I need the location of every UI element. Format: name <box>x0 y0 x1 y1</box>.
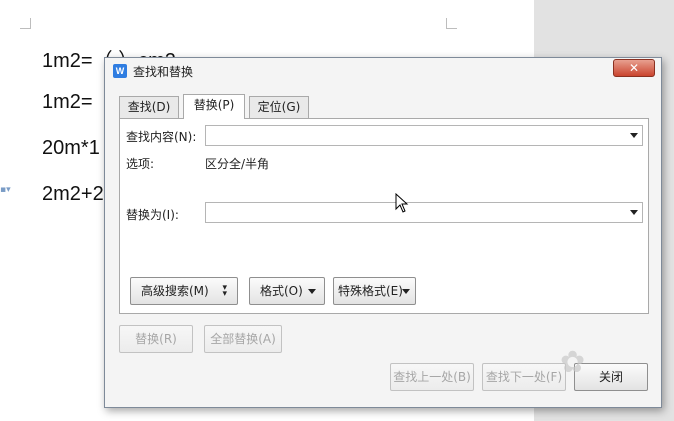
mouse-cursor-icon <box>395 193 409 213</box>
document-line-4: 2m2+2 <box>42 183 104 205</box>
tab-replace[interactable]: 替换(P) <box>183 94 245 119</box>
replace-with-label: 替换为(I): <box>126 208 179 222</box>
page-corner-mark-left <box>20 18 31 29</box>
chevron-down-icon[interactable] <box>630 133 638 138</box>
chevron-down-icon <box>308 289 316 294</box>
tab-find[interactable]: 查找(D) <box>119 96 179 118</box>
replace-button[interactable]: 替换(R) <box>119 325 193 353</box>
chevron-down-icon <box>402 289 410 294</box>
advanced-search-label: 高级搜索(M) <box>141 284 209 298</box>
document-line-2: 1m2= <box>42 91 93 113</box>
find-previous-button[interactable]: 查找上一处(B) <box>390 363 474 391</box>
dialog-titlebar[interactable]: W 查找和替换 ✕ <box>105 58 661 84</box>
special-format-button[interactable]: 特殊格式(E) <box>333 277 416 305</box>
chevron-down-icon[interactable] <box>630 210 638 215</box>
paragraph-marker-icon: ▪▾ <box>0 185 11 195</box>
advanced-search-button[interactable]: 高级搜索(M) ▾ ▾ <box>130 277 238 305</box>
close-icon[interactable]: ✕ <box>613 59 655 77</box>
find-what-input[interactable] <box>205 125 643 146</box>
find-next-button[interactable]: 查找下一处(F) <box>482 363 566 391</box>
dialog-title: 查找和替换 <box>133 65 194 79</box>
replace-with-input[interactable] <box>205 202 643 223</box>
replace-all-button[interactable]: 全部替换(A) <box>204 325 282 353</box>
format-label: 格式(O) <box>260 284 303 298</box>
special-format-label: 特殊格式(E) <box>338 284 403 298</box>
watermark-paw-icon: ✿ <box>560 345 586 380</box>
wps-app-icon: W <box>113 64 127 78</box>
tab-goto[interactable]: 定位(G) <box>249 96 309 118</box>
page-corner-mark-right <box>446 18 457 29</box>
options-value: 区分全/半角 <box>205 157 270 171</box>
format-button[interactable]: 格式(O) <box>249 277 325 305</box>
document-line-3: 20m*1 <box>42 137 100 159</box>
find-what-label: 查找内容(N): <box>126 130 197 144</box>
replace-panel: 查找内容(N): 选项: 区分全/半角 替换为(I): 高级搜索(M) ▾ ▾ 格… <box>119 118 649 314</box>
double-chevron-down-icon: ▾ ▾ <box>222 283 227 299</box>
options-label: 选项: <box>126 157 155 171</box>
